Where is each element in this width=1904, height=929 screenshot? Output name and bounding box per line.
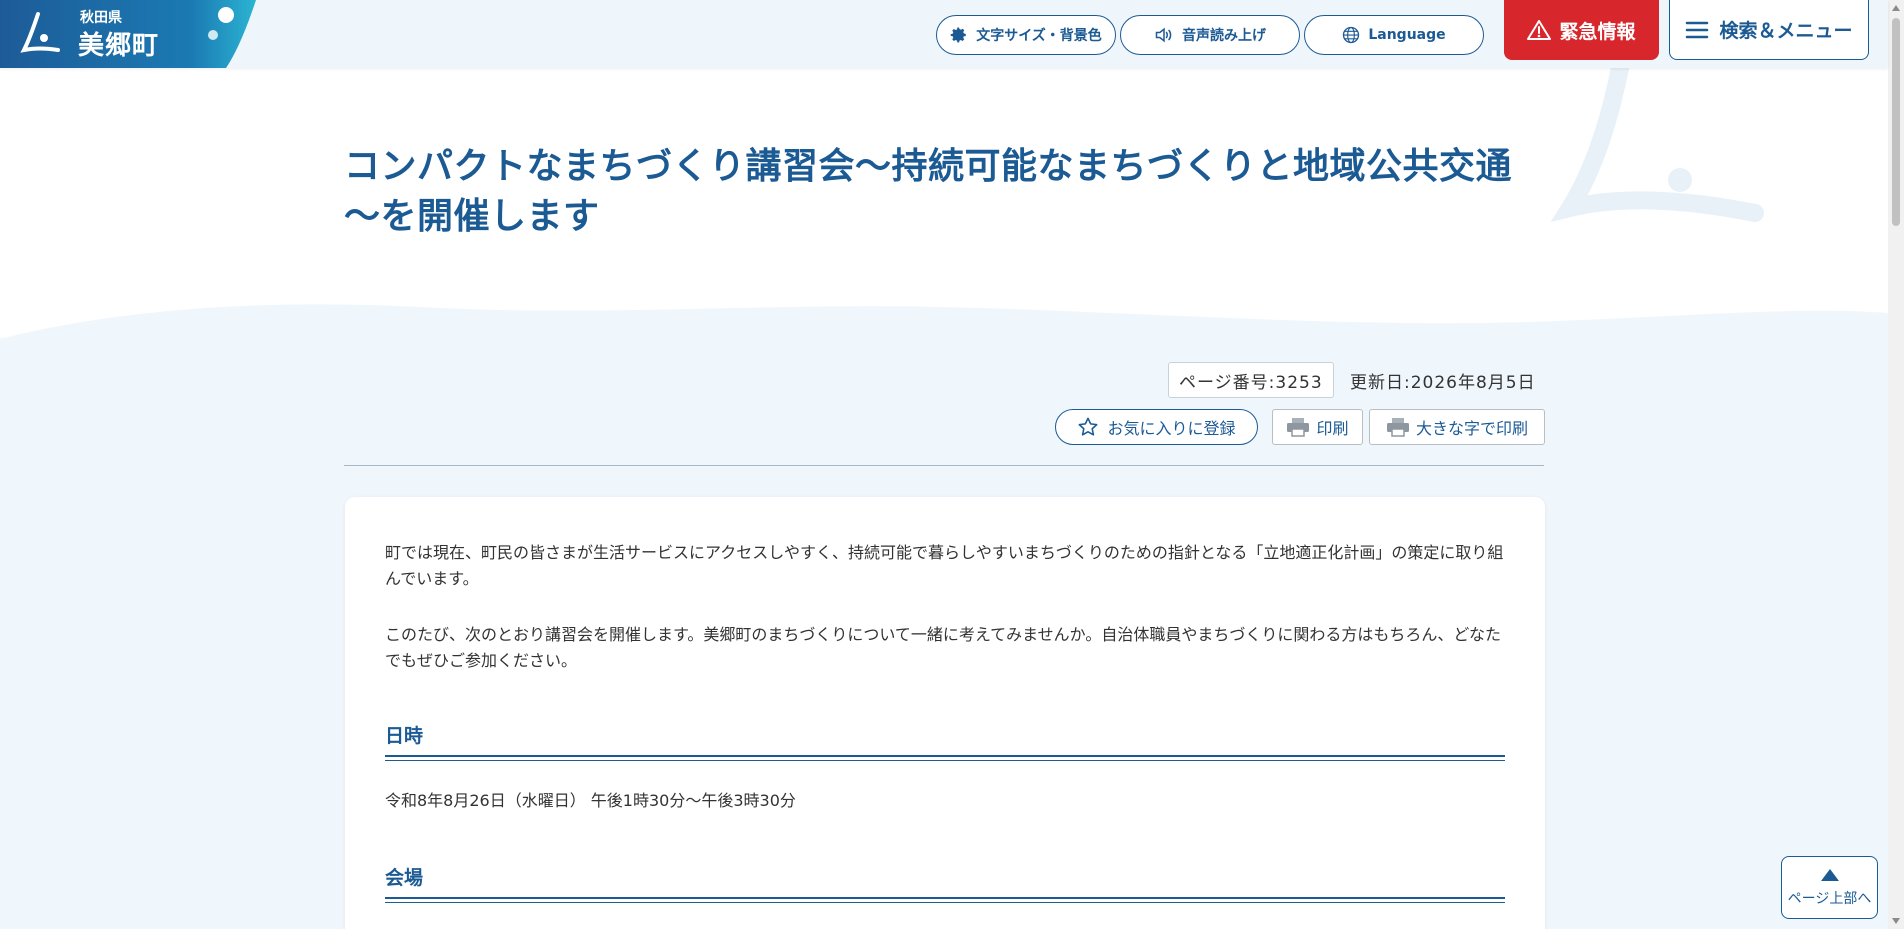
- wave-divider: [0, 304, 1888, 345]
- printer-icon: [1386, 418, 1409, 437]
- logo-watermark: [1550, 68, 1764, 223]
- large-print-button[interactable]: 大きな字で印刷: [1369, 409, 1545, 445]
- add-favorite-button[interactable]: お気に入りに登録: [1055, 409, 1258, 445]
- event-datetime: 令和8年8月26日（水曜日） 午後1時30分～午後3時30分: [385, 791, 796, 810]
- print-button[interactable]: 印刷: [1272, 409, 1363, 445]
- speaker-icon: [1155, 27, 1172, 43]
- language-button[interactable]: Language: [1304, 15, 1484, 55]
- updated-date: 更新日:2026年8月5日: [1350, 373, 1536, 393]
- page-top-button[interactable]: ページ上部へ: [1781, 856, 1878, 919]
- gear-icon: [950, 27, 966, 43]
- content-card: 町では現在、町民の皆さまが生活サービスにアクセスしやすく、持続可能で暮らしやすい…: [345, 497, 1545, 929]
- heading-datetime-underline: [385, 755, 1505, 761]
- logo-prefecture: 秋田県: [80, 10, 122, 26]
- add-favorite-label: お気に入りに登録: [1107, 419, 1236, 438]
- scroll-down-arrow-icon[interactable]: [1888, 913, 1904, 929]
- page-number: ページ番号:3253: [1168, 362, 1334, 398]
- warning-icon: [1527, 20, 1552, 40]
- large-print-label: 大きな字で印刷: [1415, 419, 1528, 438]
- search-menu-button[interactable]: 検索＆メニュー: [1669, 0, 1869, 60]
- logo-town-name: 美郷町: [78, 31, 160, 61]
- printer-icon: [1287, 418, 1310, 437]
- font-size-button[interactable]: 文字サイズ・背景色: [936, 15, 1116, 55]
- globe-icon: [1343, 26, 1360, 44]
- heading-venue-underline: [385, 897, 1505, 903]
- intro-paragraph-2: このたび、次のとおり講習会を開催します。美郷町のまちづくりについて一緒に考えてみ…: [385, 625, 1502, 670]
- language-label: Language: [1368, 27, 1446, 43]
- search-menu-label: 検索＆メニュー: [1719, 20, 1853, 42]
- hamburger-icon: [1686, 21, 1709, 38]
- heading-datetime: 日時: [385, 725, 424, 747]
- heading-venue: 会場: [385, 867, 424, 889]
- star-icon: [1078, 417, 1098, 436]
- scroll-up-arrow-icon[interactable]: [1888, 0, 1904, 16]
- audio-label: 音声読み上げ: [1182, 28, 1266, 44]
- triangle-up-icon: [1820, 868, 1839, 881]
- scrollbar-thumb[interactable]: [1892, 18, 1900, 226]
- intro-paragraph-1: 町では現在、町民の皆さまが生活サービスにアクセスしやすく、持続可能で暮らしやすい…: [385, 543, 1504, 588]
- page-title: コンパクトなまちづくり講習会～持続可能なまちづくりと地域公共交通～を開催します: [344, 146, 1513, 237]
- meta-divider: [344, 465, 1544, 466]
- emergency-label: 緊急情報: [1559, 20, 1636, 43]
- site-logo[interactable]: 秋田県 美郷町: [0, 0, 256, 68]
- emergency-info-button[interactable]: 緊急情報: [1504, 0, 1659, 60]
- vertical-scrollbar[interactable]: [1888, 0, 1904, 929]
- page-top-label: ページ上部へ: [1787, 890, 1872, 907]
- audio-button[interactable]: 音声読み上げ: [1120, 15, 1300, 55]
- font-size-label: 文字サイズ・背景色: [976, 28, 1102, 44]
- site-header: 秋田県 美郷町 文字サイズ・背景色 音声読み上げ Language 緊急情報 検…: [0, 0, 1888, 68]
- print-label: 印刷: [1316, 419, 1349, 438]
